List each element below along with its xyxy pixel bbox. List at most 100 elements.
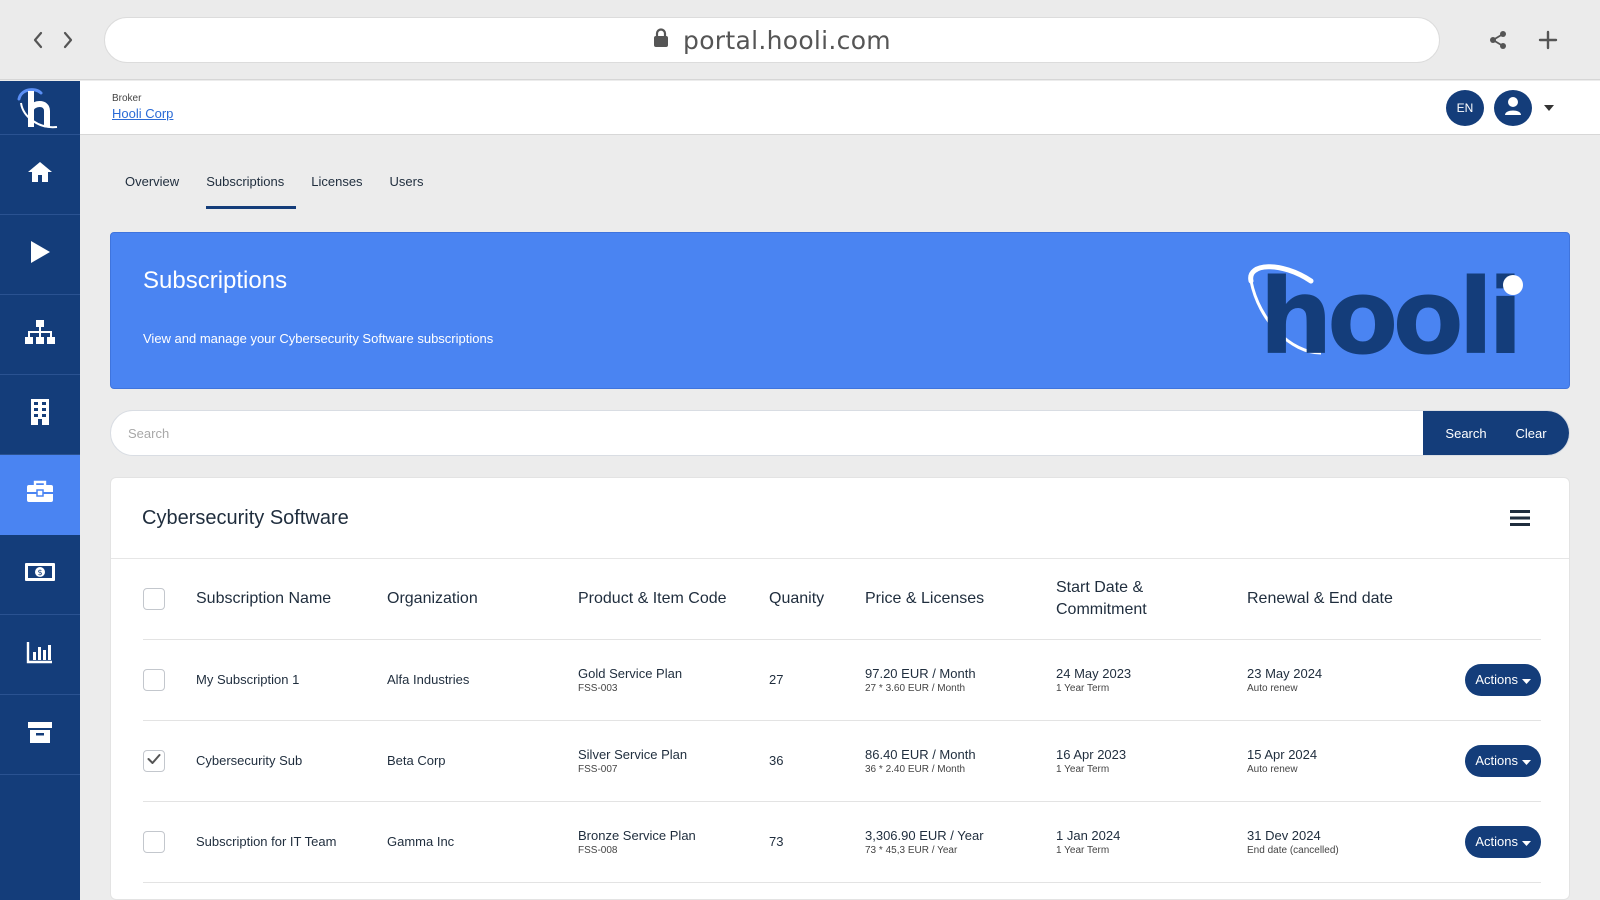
price: 3,306.90 EUR / Year [865, 827, 984, 843]
renewal-note: Auto renew [1247, 763, 1298, 775]
money-icon: $ [24, 561, 56, 588]
column-header-name[interactable]: Subscription Name [196, 559, 387, 640]
product-cell: Gold Service Plan FSS-003 [578, 639, 769, 721]
column-header-actions [1438, 559, 1541, 640]
sidebar-item-archive[interactable] [0, 695, 80, 775]
page-subtitle: View and manage your Cybersecurity Softw… [143, 331, 494, 346]
column-header-start[interactable]: Start Date & Commitment [1056, 559, 1247, 640]
tab-licenses[interactable]: Licenses [296, 160, 374, 209]
language-selector[interactable]: EN [1446, 90, 1484, 126]
forward-icon[interactable] [58, 28, 78, 52]
play-icon [28, 239, 52, 270]
page-tabs: Overview Subscriptions Licenses Users [110, 160, 436, 209]
price-cell: 3,306.90 EUR / Year 73 * 45,3 EUR / Year [865, 801, 1056, 883]
actions-button[interactable]: Actions [1465, 744, 1541, 777]
actions-label: Actions [1475, 672, 1518, 687]
new-tab-icon[interactable] [1536, 28, 1560, 52]
sidebar-item-billing[interactable]: $ [0, 535, 80, 615]
sidebar-item-play[interactable] [0, 215, 80, 295]
table-row: Subscription for IT Team Gamma Inc Bronz… [143, 801, 1541, 883]
checkmark-icon [147, 753, 161, 768]
actions-button[interactable]: Actions [1465, 663, 1541, 696]
search-button[interactable]: Search [1445, 426, 1486, 441]
column-header-organization[interactable]: Organization [387, 559, 578, 640]
sidebar-item-home[interactable] [0, 135, 80, 215]
renewal-cell: 15 Apr 2024 Auto renew [1247, 720, 1438, 802]
sidebar-item-hierarchy[interactable] [0, 295, 80, 375]
search-input[interactable] [111, 411, 1423, 455]
start-date: 1 Jan 2024 [1056, 827, 1121, 843]
sidebar-item-subscriptions[interactable] [0, 455, 80, 535]
start-date: 16 Apr 2023 [1056, 746, 1127, 762]
renewal-note: End date (cancelled) [1247, 844, 1339, 856]
search-buttons: Search Clear [1423, 411, 1569, 455]
column-header-price[interactable]: Price & Licenses [865, 559, 1056, 640]
organization: Gamma Inc [387, 801, 578, 883]
renewal-cell: 23 May 2024 Auto renew [1247, 639, 1438, 721]
sitemap-icon [24, 319, 56, 350]
license-breakdown: 73 * 45,3 EUR / Year [865, 844, 958, 856]
app-header: Broker Hooli Corp EN [80, 81, 1600, 135]
quantity: 36 [769, 720, 865, 802]
share-icon[interactable] [1486, 28, 1510, 52]
column-header-quantity[interactable]: Quanity [769, 559, 865, 640]
url-text: portal.hooli.com [683, 25, 891, 55]
card-title: Cybersecurity Software [142, 507, 349, 529]
start-date: 24 May 2023 [1056, 665, 1132, 681]
row-checkbox[interactable] [143, 668, 165, 691]
tab-users[interactable]: Users [375, 160, 436, 209]
row-checkbox[interactable] [143, 830, 165, 853]
start-cell: 16 Apr 2023 1 Year Term [1056, 720, 1247, 802]
browser-nav [28, 28, 78, 52]
product-cell: Bronze Service Plan FSS-008 [578, 801, 769, 883]
row-checkbox-checked[interactable] [143, 749, 165, 772]
commitment-term: 1 Year Term [1056, 844, 1110, 856]
browser-chrome: portal.hooli.com [0, 0, 1600, 80]
home-icon [26, 160, 54, 189]
sidebar-item-reports[interactable] [0, 615, 80, 695]
tab-overview[interactable]: Overview [110, 160, 191, 209]
page-banner: Subscriptions View and manage your Cyber… [110, 232, 1570, 389]
lock-icon [653, 27, 669, 53]
hamburger-menu-icon[interactable] [1509, 508, 1531, 528]
chart-icon [26, 640, 54, 669]
user-menu-caret-icon[interactable] [1541, 100, 1557, 116]
back-icon[interactable] [28, 28, 48, 52]
column-header-renewal[interactable]: Renewal & End date [1247, 559, 1438, 640]
page-title: Subscriptions [143, 267, 288, 294]
sidebar: $ [0, 81, 80, 900]
start-cell: 24 May 2023 1 Year Term [1056, 639, 1247, 721]
hooli-brand-logo: hooli [1241, 256, 1531, 378]
logo-text: hooli [1259, 261, 1517, 361]
actions-button[interactable]: Actions [1465, 825, 1541, 858]
archive-icon [27, 720, 53, 749]
subscription-name: Cybersecurity Sub [196, 720, 387, 802]
tab-subscriptions[interactable]: Subscriptions [191, 160, 297, 209]
broker-label: Broker [112, 93, 142, 104]
product-name: Silver Service Plan [578, 746, 688, 762]
briefcase-icon [26, 480, 54, 509]
svg-text:$: $ [37, 568, 42, 577]
clear-button[interactable]: Clear [1515, 426, 1546, 441]
subscriptions-card: Cybersecurity Software Subscription Name… [110, 477, 1570, 900]
renewal-date: 23 May 2024 [1247, 665, 1323, 681]
column-header-product[interactable]: Product & Item Code [578, 559, 769, 640]
broker-link[interactable]: Hooli Corp [112, 106, 173, 121]
hooli-logo-icon[interactable] [0, 81, 80, 135]
price: 97.20 EUR / Month [865, 665, 976, 681]
building-icon [29, 398, 51, 431]
sidebar-item-organizations[interactable] [0, 375, 80, 455]
user-avatar[interactable] [1494, 90, 1532, 126]
organization: Beta Corp [387, 720, 578, 802]
item-code: FSS-007 [578, 763, 618, 775]
commitment-term: 1 Year Term [1056, 763, 1110, 775]
product-name: Gold Service Plan [578, 665, 683, 681]
subscription-name: My Subscription 1 [196, 639, 387, 721]
renewal-note: Auto renew [1247, 682, 1298, 694]
actions-label: Actions [1475, 834, 1518, 849]
select-all-checkbox[interactable] [143, 587, 165, 610]
caret-down-icon [1522, 672, 1531, 687]
renewal-date: 15 Apr 2024 [1247, 746, 1318, 762]
table-row: My Subscription 1 Alfa Industries Gold S… [143, 639, 1541, 721]
address-bar[interactable]: portal.hooli.com [104, 17, 1440, 63]
